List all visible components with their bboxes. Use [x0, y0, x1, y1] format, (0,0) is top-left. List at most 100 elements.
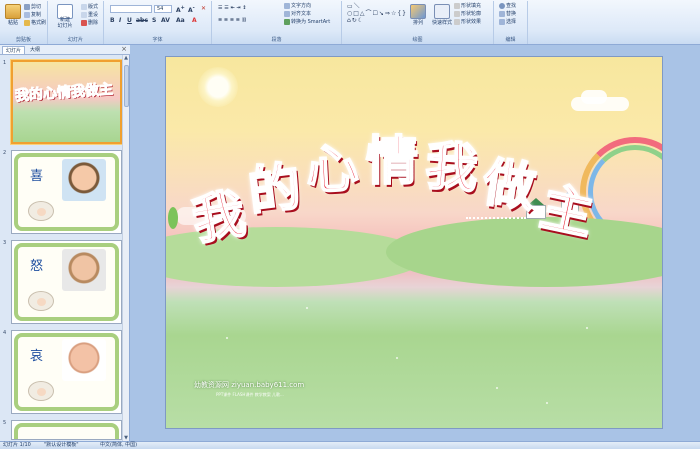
find-button[interactable]: 查找 — [499, 2, 516, 9]
reset-button[interactable]: 重设 — [81, 11, 98, 18]
slide-thumb-4[interactable]: 哀 — [11, 330, 122, 414]
shrink-font-button[interactable]: A- — [188, 5, 195, 14]
title-char-2: 的 — [244, 156, 305, 224]
theme-name: "默认设计模板" — [44, 442, 79, 448]
layout-icon — [81, 3, 87, 10]
title-char-4: 情 — [365, 131, 419, 193]
hill-illustration — [386, 217, 662, 287]
shape-outline-button[interactable]: 形状轮廓 — [454, 10, 481, 17]
quick-styles-icon — [434, 4, 450, 19]
font-size-input[interactable]: 54 — [154, 5, 172, 13]
thumb-character: 怒 — [30, 259, 44, 274]
sheep-illustration — [28, 381, 54, 401]
clear-format-icon[interactable]: ✕ — [201, 5, 206, 12]
thumb-frame — [14, 423, 119, 439]
slide-thumb-2[interactable]: 喜 — [11, 150, 122, 234]
paragraph-group-label: 段落 — [271, 37, 282, 43]
text-direction-button[interactable]: 文字方向 — [284, 2, 311, 9]
cut-button[interactable]: 剪切 — [24, 3, 41, 10]
panel-scrollbar[interactable]: ▲ ▼ — [122, 55, 129, 441]
font-group-label: 字体 — [152, 37, 163, 43]
editing-group-label: 编辑 — [505, 37, 516, 43]
replace-icon — [499, 10, 505, 17]
font-color-button[interactable]: A — [192, 17, 197, 24]
child-photo — [62, 339, 106, 381]
format-painter-button[interactable]: 格式刷 — [24, 19, 46, 26]
tab-outline[interactable]: 大纲 — [27, 46, 43, 54]
panel-tabs: 幻灯片 大纲 × — [0, 45, 130, 55]
slides-group-label: 幻灯片 — [67, 37, 83, 43]
reset-icon — [81, 11, 87, 18]
scroll-thumb[interactable] — [124, 65, 129, 107]
title-char-3: 心 — [304, 138, 361, 203]
slide-number-4: 4 — [3, 330, 7, 336]
copy-button[interactable]: 复制 — [24, 11, 41, 18]
drawing-group: ▭＼○□△⌒☐↘⇒☆{}⌂↻☾ 排列 快速样式 形状填充 形状轮廓 形状效果 绘… — [342, 1, 494, 44]
status-bar: 幻灯片 1/10 "默认设计模板" 中文(简体, 中国) — [0, 441, 700, 449]
new-slide-button[interactable]: 新建 幻灯片 — [50, 17, 80, 29]
underline-button[interactable]: U — [127, 17, 132, 24]
smartart-icon — [284, 18, 290, 25]
tab-slides[interactable]: 幻灯片 — [2, 46, 26, 54]
slide-thumb-1[interactable]: 我的心情我做主 — [11, 60, 122, 144]
child-photo — [62, 159, 106, 201]
grow-font-button[interactable]: A+ — [176, 5, 185, 14]
layout-button[interactable]: 版式 — [81, 3, 98, 10]
ribbon: 粘贴 剪切 复制 格式刷 剪贴板 新建 幻灯片 版式 重设 删除 幻灯片 54 … — [0, 0, 700, 45]
cloud-illustration — [581, 90, 607, 104]
replace-button[interactable]: 替换 — [499, 10, 516, 17]
align-buttons[interactable]: ≡ ≡ ≡ ≡ ▥ — [218, 17, 246, 23]
select-button[interactable]: 选择 — [499, 18, 516, 25]
slides-panel: 幻灯片 大纲 × 1 我的心情我做主 2 喜 3 怒 4 哀 5 ▲ ▼ — [0, 45, 130, 441]
paste-icon — [5, 4, 21, 19]
arrange-icon — [410, 4, 426, 19]
scissors-icon — [24, 3, 30, 10]
shape-effects-button[interactable]: 形状效果 — [454, 18, 481, 25]
spacing-button[interactable]: AV — [161, 17, 170, 24]
cursor-icon — [499, 18, 505, 25]
change-case-button[interactable]: Aa — [176, 17, 185, 24]
shadow-button[interactable]: S — [152, 17, 156, 24]
slide-number-3: 3 — [3, 240, 7, 246]
shape-fill-button[interactable]: 形状填充 — [454, 2, 481, 9]
tree-illustration — [168, 207, 178, 229]
bullets-button[interactable]: ☰ ☰ ⇤ ⇥ ↕ — [218, 5, 247, 11]
title-char-6: 做 — [478, 152, 540, 221]
thumb-character: 哀 — [30, 349, 44, 364]
slide-number-5: 5 — [3, 420, 7, 426]
fill-icon — [454, 2, 460, 9]
shapes-gallery[interactable]: ▭＼○□△⌒☐↘⇒☆{}⌂↻☾ — [347, 3, 406, 24]
text-direction-icon — [284, 2, 290, 9]
slide-number-1: 1 — [3, 60, 7, 66]
drawing-group-label: 绘图 — [412, 37, 423, 43]
thumb-character: 喜 — [30, 169, 44, 184]
slide-thumb-3[interactable]: 怒 — [11, 240, 122, 324]
align-text-icon — [284, 10, 290, 17]
quick-styles-button[interactable]: 快速样式 — [427, 20, 457, 26]
slide-thumb-5[interactable] — [11, 420, 122, 440]
bold-button[interactable]: B — [110, 17, 115, 24]
scroll-up-icon[interactable]: ▲ — [123, 55, 129, 61]
language-indicator[interactable]: 中文(简体, 中国) — [100, 442, 137, 449]
strikethrough-button[interactable]: abc — [136, 17, 148, 24]
outline-icon — [454, 10, 460, 17]
watermark-subtext: PPT课件 FLASH课件 教学教案 儿歌... — [216, 392, 284, 397]
slide-position: 幻灯片 1/10 — [3, 442, 31, 448]
child-photo — [62, 249, 106, 291]
align-text-button[interactable]: 对齐文本 — [284, 10, 311, 17]
watermark: 幼教资源网 ziyuan.baby611.com — [194, 381, 305, 389]
brush-icon — [24, 19, 30, 26]
font-group: 54 A+ A- ✕ B I U abc S AV Aa A 字体 — [104, 1, 212, 44]
sheep-illustration — [28, 291, 54, 311]
close-icon[interactable]: × — [121, 45, 127, 53]
delete-slide-button[interactable]: 删除 — [81, 19, 98, 26]
paragraph-group: ☰ ☰ ⇤ ⇥ ↕ ≡ ≡ ≡ ≡ ▥ 文字方向 对齐文本 转换为 SmartA… — [212, 1, 342, 44]
slides-group: 新建 幻灯片 版式 重设 删除 幻灯片 — [48, 1, 104, 44]
slide[interactable]: 我 的 心 情 我 做 主 幼教资源网 ziyuan.baby611.com P… — [165, 56, 663, 429]
delete-icon — [81, 19, 87, 26]
italic-button[interactable]: I — [119, 17, 121, 24]
font-name-input[interactable] — [110, 5, 152, 13]
sheep-illustration — [28, 201, 54, 221]
editing-group: 查找 替换 选择 编辑 — [494, 1, 528, 44]
smartart-button[interactable]: 转换为 SmartArt — [284, 18, 330, 25]
